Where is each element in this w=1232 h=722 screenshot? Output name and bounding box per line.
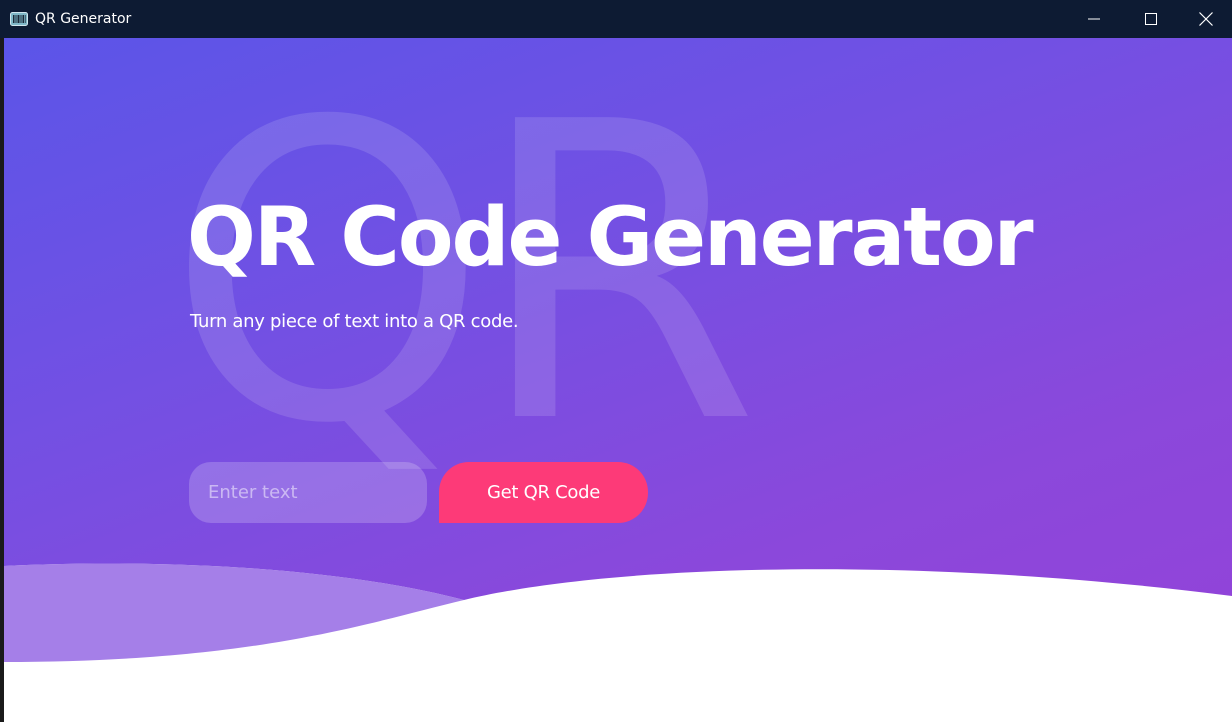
page-title: QR Code Generator [187, 191, 1034, 285]
barcode-app-icon [10, 10, 28, 28]
text-input[interactable] [189, 462, 427, 523]
window-title: QR Generator [35, 11, 132, 27]
main-content: QR QR Code Generator Turn any piece of t… [4, 38, 1232, 722]
minimize-button[interactable] [1065, 0, 1122, 38]
page-subtitle: Turn any piece of text into a QR code. [190, 311, 519, 332]
close-icon [1198, 12, 1213, 26]
maximize-button[interactable] [1122, 0, 1179, 38]
get-qr-code-button[interactable]: Get QR Code [439, 462, 648, 523]
title-bar[interactable]: QR Generator [0, 0, 1232, 38]
minimize-icon [1087, 13, 1100, 25]
close-button[interactable] [1179, 0, 1232, 38]
app-window: QR Generator QR QR Code Generator Turn a… [0, 0, 1232, 722]
wave-decoration [4, 563, 1232, 722]
maximize-icon [1144, 13, 1157, 25]
